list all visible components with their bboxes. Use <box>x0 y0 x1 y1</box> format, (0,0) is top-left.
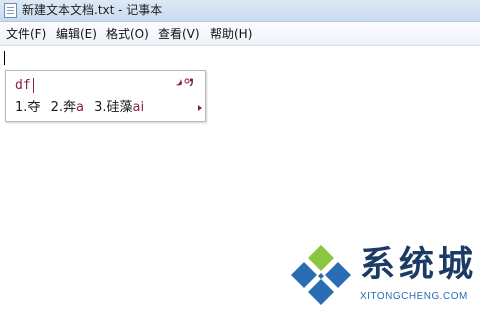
ime-candidate-list: 1.夺 2.奔a 3.硅藻ai <box>15 100 150 116</box>
ime-candidate-window: df 1.夺 2.奔a 3.硅藻ai <box>5 70 206 122</box>
ime-cursor <box>33 78 34 93</box>
ime-composition: df <box>15 78 31 93</box>
text-caret <box>4 51 5 65</box>
menu-view[interactable]: 查看(V) <box>158 27 200 41</box>
next-page-arrow-icon[interactable] <box>198 105 202 111</box>
ime-candidate[interactable]: 2.奔a <box>51 100 84 115</box>
title-bar[interactable]: 新建文本文档.txt - 记事本 <box>0 0 480 22</box>
menu-edit[interactable]: 编辑(E) <box>56 27 97 41</box>
watermark-title: 系统城 <box>360 245 478 285</box>
ime-logo-icon <box>175 78 194 87</box>
diamond-logo-icon <box>291 245 351 305</box>
watermark-subtitle: XITONGCHENG.COM <box>360 291 468 302</box>
ime-candidate[interactable]: 1.夺 <box>15 100 40 115</box>
notepad-window: 新建文本文档.txt - 记事本 文件(F) 编辑(E) 格式(O) 查看(V)… <box>0 0 480 320</box>
notepad-icon <box>4 3 17 18</box>
menu-file[interactable]: 文件(F) <box>6 27 46 41</box>
ime-candidate[interactable]: 3.硅藻ai <box>94 100 144 115</box>
menu-bar: 文件(F) 编辑(E) 格式(O) 查看(V) 帮助(H) <box>0 22 480 46</box>
menu-format[interactable]: 格式(O) <box>106 27 149 41</box>
window-title: 新建文本文档.txt - 记事本 <box>22 3 163 17</box>
menu-help[interactable]: 帮助(H) <box>210 27 252 41</box>
